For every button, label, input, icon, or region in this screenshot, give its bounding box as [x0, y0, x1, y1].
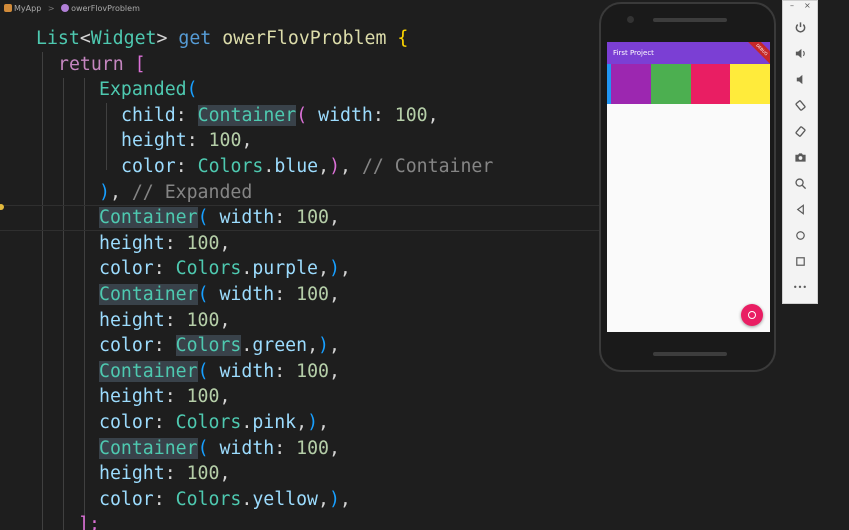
code-line: height: 100,	[121, 130, 253, 151]
code-line: List<Widget> get owerFlovProblem {	[36, 28, 409, 49]
app-title: First Project	[613, 49, 654, 57]
volume-up-icon[interactable]	[792, 45, 808, 61]
code-line: color: Colors.pink,),	[99, 412, 329, 433]
code-line: height: 100,	[99, 386, 231, 407]
camera-icon[interactable]	[792, 149, 808, 165]
purple-container	[611, 64, 651, 104]
code-line: Expanded(	[99, 79, 198, 100]
code-line: color: Colors.purple,),	[99, 258, 351, 279]
close-button[interactable]: ×	[804, 1, 811, 10]
app-folder-icon	[4, 4, 12, 12]
code-line: Container( width: 100,	[99, 361, 340, 382]
overview-icon[interactable]	[792, 253, 808, 269]
green-container	[650, 64, 691, 104]
breadcrumb-separator: >	[47, 4, 55, 13]
rotate-right-icon[interactable]	[792, 123, 808, 139]
code-line: child: Container( width: 100,	[121, 105, 439, 126]
method-icon	[61, 4, 70, 12]
container-row	[607, 64, 770, 104]
indent-guide	[63, 78, 64, 530]
window-controls: – ×	[783, 1, 817, 13]
breadcrumb-item-method[interactable]: owerFlovProblem	[71, 4, 140, 13]
code-line: height: 100,	[99, 463, 231, 484]
code-line: color: Colors.green,),	[99, 335, 340, 356]
volume-down-icon[interactable]	[792, 71, 808, 87]
indent-guide	[106, 103, 107, 170]
indent-guide	[42, 52, 43, 530]
indent-guide	[84, 78, 85, 523]
code-line: ];	[78, 514, 100, 530]
code-line: return [	[58, 54, 146, 75]
code-line: color: Colors.blue,), // Container	[121, 156, 494, 177]
yellow-container	[730, 64, 770, 104]
emulator-toolbar: – × •••	[782, 0, 818, 304]
code-line: height: 100,	[99, 233, 231, 254]
power-icon[interactable]	[792, 19, 808, 35]
code-line: height: 100,	[99, 310, 231, 331]
device-screen[interactable]: First Project DEBUG	[607, 42, 770, 332]
pink-container	[690, 64, 731, 104]
code-line: color: Colors.yellow,),	[99, 489, 351, 510]
code-line: Container( width: 100,	[99, 284, 340, 305]
code-line: Container( width: 100,	[99, 438, 340, 459]
earpiece	[653, 18, 727, 22]
add-circle-icon	[748, 311, 756, 319]
front-camera	[627, 16, 634, 23]
home-icon[interactable]	[792, 227, 808, 243]
breadcrumb-item-app[interactable]: MyApp	[14, 4, 41, 13]
emulator-device: First Project DEBUG	[599, 2, 776, 372]
minimize-button[interactable]: –	[790, 1, 794, 10]
code-line: Container( width: 100,	[99, 207, 340, 228]
back-icon[interactable]	[792, 201, 808, 217]
floating-action-button[interactable]	[741, 304, 763, 326]
app-bar: First Project DEBUG	[607, 42, 770, 67]
code-line: ), // Expanded	[99, 182, 253, 203]
home-indicator	[653, 352, 727, 356]
rotate-left-icon[interactable]	[792, 97, 808, 113]
zoom-icon[interactable]	[792, 175, 808, 191]
more-icon[interactable]: •••	[792, 279, 808, 295]
